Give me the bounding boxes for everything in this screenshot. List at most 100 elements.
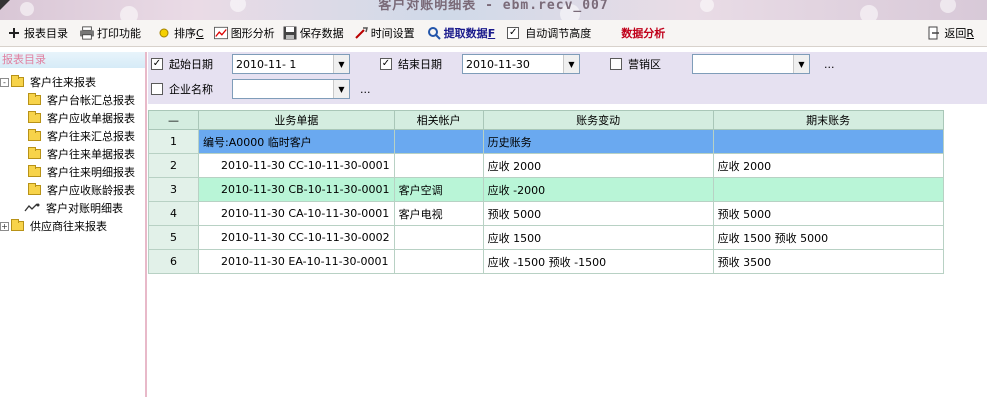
auto-height-toggle[interactable]: ✓ 自动调节高度 xyxy=(504,22,594,44)
save-data-button[interactable]: 保存数据 xyxy=(280,22,347,44)
expand-icon[interactable]: + xyxy=(0,221,9,231)
company-more-button[interactable]: ... xyxy=(360,83,371,96)
table-row[interactable]: 2 2010-11-30 CC-10-11-30-0001 应收 2000 应收… xyxy=(148,153,944,178)
region-combo[interactable]: ▼ xyxy=(692,54,810,74)
cell-document[interactable]: 2010-11-30 CB-10-11-30-0001 xyxy=(198,177,395,202)
time-settings-button[interactable]: 时间设置 xyxy=(351,22,418,44)
chevron-down-icon[interactable]: ▼ xyxy=(333,80,349,98)
start-date-checkbox[interactable]: ✓ xyxy=(151,58,163,70)
cell-account[interactable] xyxy=(393,129,484,154)
data-analysis-label: 数据分析 xyxy=(621,27,666,40)
cell-account[interactable] xyxy=(393,153,484,178)
start-date-label: 起始日期 xyxy=(169,58,213,71)
tree-item-ledger-summary[interactable]: 客户台帐汇总报表 xyxy=(0,91,145,109)
tree-item-receivable-docs[interactable]: 客户应收单据报表 xyxy=(0,109,145,127)
tree-item-transactions-summary[interactable]: 客户往来汇总报表 xyxy=(0,127,145,145)
print-button[interactable]: 打印功能 xyxy=(77,22,144,44)
column-header-ending[interactable]: 期末账务 xyxy=(712,110,944,130)
cell-account[interactable] xyxy=(393,225,484,250)
return-hotkey: R xyxy=(966,26,974,40)
title-banner: 客户对账明细表 - ebm.recv_007 xyxy=(0,0,987,20)
cell-document[interactable]: 编号:A0000 临时客户 xyxy=(198,129,395,154)
chevron-down-icon[interactable]: ▼ xyxy=(563,55,579,73)
return-button[interactable]: 返回 R xyxy=(924,22,977,44)
company-label: 企业名称 xyxy=(169,83,213,96)
column-header-account[interactable]: 相关帐户 xyxy=(393,110,484,130)
cell-ending[interactable]: 预收 3500 xyxy=(712,249,944,274)
start-date-combo[interactable]: 2010-11- 1 ▼ xyxy=(232,54,350,74)
cell-change[interactable]: 应收 1500 xyxy=(482,225,714,250)
end-date-value: 2010-11-30 xyxy=(466,57,530,71)
cell-document[interactable]: 2010-11-30 CC-10-11-30-0001 xyxy=(198,153,395,178)
tree-item-label: 客户台帐汇总报表 xyxy=(47,94,135,107)
company-combo[interactable]: ▼ xyxy=(232,79,350,99)
cell-change[interactable]: 应收 -2000 xyxy=(482,177,714,202)
data-analysis-button[interactable]: 数据分析 xyxy=(618,22,668,44)
cell-change[interactable]: 预收 5000 xyxy=(482,201,714,226)
row-number: 5 xyxy=(148,225,199,250)
column-header-document[interactable]: 业务单据 xyxy=(198,110,395,130)
tree-item-label: 客户对账明细表 xyxy=(46,202,123,215)
table-row[interactable]: 4 2010-11-30 CA-10-11-30-0001 客户电视 预收 50… xyxy=(148,201,944,226)
tree-item-supplier-reports[interactable]: + 供应商往来报表 xyxy=(0,217,145,235)
folder-icon xyxy=(28,147,41,159)
folder-icon xyxy=(28,93,41,105)
folder-icon xyxy=(28,183,41,195)
return-label: 返回 xyxy=(944,27,967,40)
row-indicator-header[interactable]: — xyxy=(148,110,199,130)
window-title: 客户对账明细表 - ebm.recv_007 xyxy=(378,0,609,13)
chevron-down-icon[interactable]: ▼ xyxy=(793,55,809,73)
chevron-down-icon[interactable]: ▼ xyxy=(333,55,349,73)
cell-change[interactable]: 历史账务 xyxy=(482,129,714,154)
cell-ending[interactable]: 应收 2000 xyxy=(712,153,944,178)
report-icon xyxy=(24,203,42,213)
cell-ending[interactable]: 应收 1500 预收 5000 xyxy=(712,225,944,250)
company-checkbox[interactable] xyxy=(151,83,163,95)
cell-ending[interactable] xyxy=(712,177,944,202)
table-row[interactable]: 1 编号:A0000 临时客户 历史账务 xyxy=(148,129,944,154)
cell-document[interactable]: 2010-11-30 CA-10-11-30-0001 xyxy=(198,201,395,226)
chart-analysis-button[interactable]: 图形分析 xyxy=(211,22,278,44)
tree-item-aging[interactable]: 客户应收账龄报表 xyxy=(0,181,145,199)
tree-item-transaction-docs[interactable]: 客户往来单据报表 xyxy=(0,145,145,163)
cell-ending[interactable]: 预收 5000 xyxy=(712,201,944,226)
end-date-combo[interactable]: 2010-11-30 ▼ xyxy=(462,54,580,74)
table-row[interactable]: 6 2010-11-30 EA-10-11-30-0001 应收 -1500 预… xyxy=(148,249,944,274)
tree-item-label: 客户往来汇总报表 xyxy=(47,130,135,143)
auto-height-checkbox[interactable]: ✓ xyxy=(507,27,520,39)
cell-account[interactable] xyxy=(393,249,484,274)
fetch-hotkey: F xyxy=(487,26,496,40)
tree-item-reconciliation[interactable]: 客户对账明细表 xyxy=(0,199,145,217)
column-header-change[interactable]: 账务变动 xyxy=(482,110,714,130)
auto-height-label: 自动调节高度 xyxy=(525,27,592,40)
tree-item-customer-reports[interactable]: - 客户往来报表 xyxy=(0,73,145,91)
table-row[interactable]: 5 2010-11-30 CC-10-11-30-0002 应收 1500 应收… xyxy=(148,225,944,250)
tree-item-label: 客户往来报表 xyxy=(30,76,96,89)
tree-item-label: 客户应收单据报表 xyxy=(47,112,135,125)
catalog-label: 报表目录 xyxy=(24,27,68,40)
row-number: 3 xyxy=(148,177,199,202)
cell-account[interactable]: 客户电视 xyxy=(393,201,484,226)
cell-change[interactable]: 应收 -1500 预收 -1500 xyxy=(482,249,714,274)
fetch-data-button[interactable]: 提取数据 F xyxy=(424,22,499,44)
cell-account[interactable]: 客户空调 xyxy=(393,177,484,202)
catalog-button[interactable]: 报表目录 xyxy=(4,22,71,44)
catalog-header: 报表目录 xyxy=(0,52,145,68)
collapse-icon[interactable]: - xyxy=(0,77,9,87)
region-checkbox[interactable] xyxy=(610,58,622,70)
cell-document[interactable]: 2010-11-30 EA-10-11-30-0001 xyxy=(198,249,395,274)
end-date-checkbox[interactable]: ✓ xyxy=(380,58,392,70)
cell-ending[interactable] xyxy=(712,129,944,154)
grid-header-row: — 业务单据 相关帐户 账务变动 期末账务 xyxy=(148,110,944,130)
folder-icon xyxy=(28,165,41,177)
cell-change[interactable]: 应收 2000 xyxy=(482,153,714,178)
table-row[interactable]: 3 2010-11-30 CB-10-11-30-0001 客户空调 应收 -2… xyxy=(148,177,944,202)
tree-item-transaction-details[interactable]: 客户往来明细报表 xyxy=(0,163,145,181)
app-icon xyxy=(0,0,10,10)
region-more-button[interactable]: ... xyxy=(824,58,835,71)
row-number: 2 xyxy=(148,153,199,178)
tree-item-label: 客户应收账龄报表 xyxy=(47,184,135,197)
cell-document[interactable]: 2010-11-30 CC-10-11-30-0002 xyxy=(198,225,395,250)
sort-icon xyxy=(157,26,171,40)
sort-button[interactable]: 排序 C xyxy=(154,22,207,44)
